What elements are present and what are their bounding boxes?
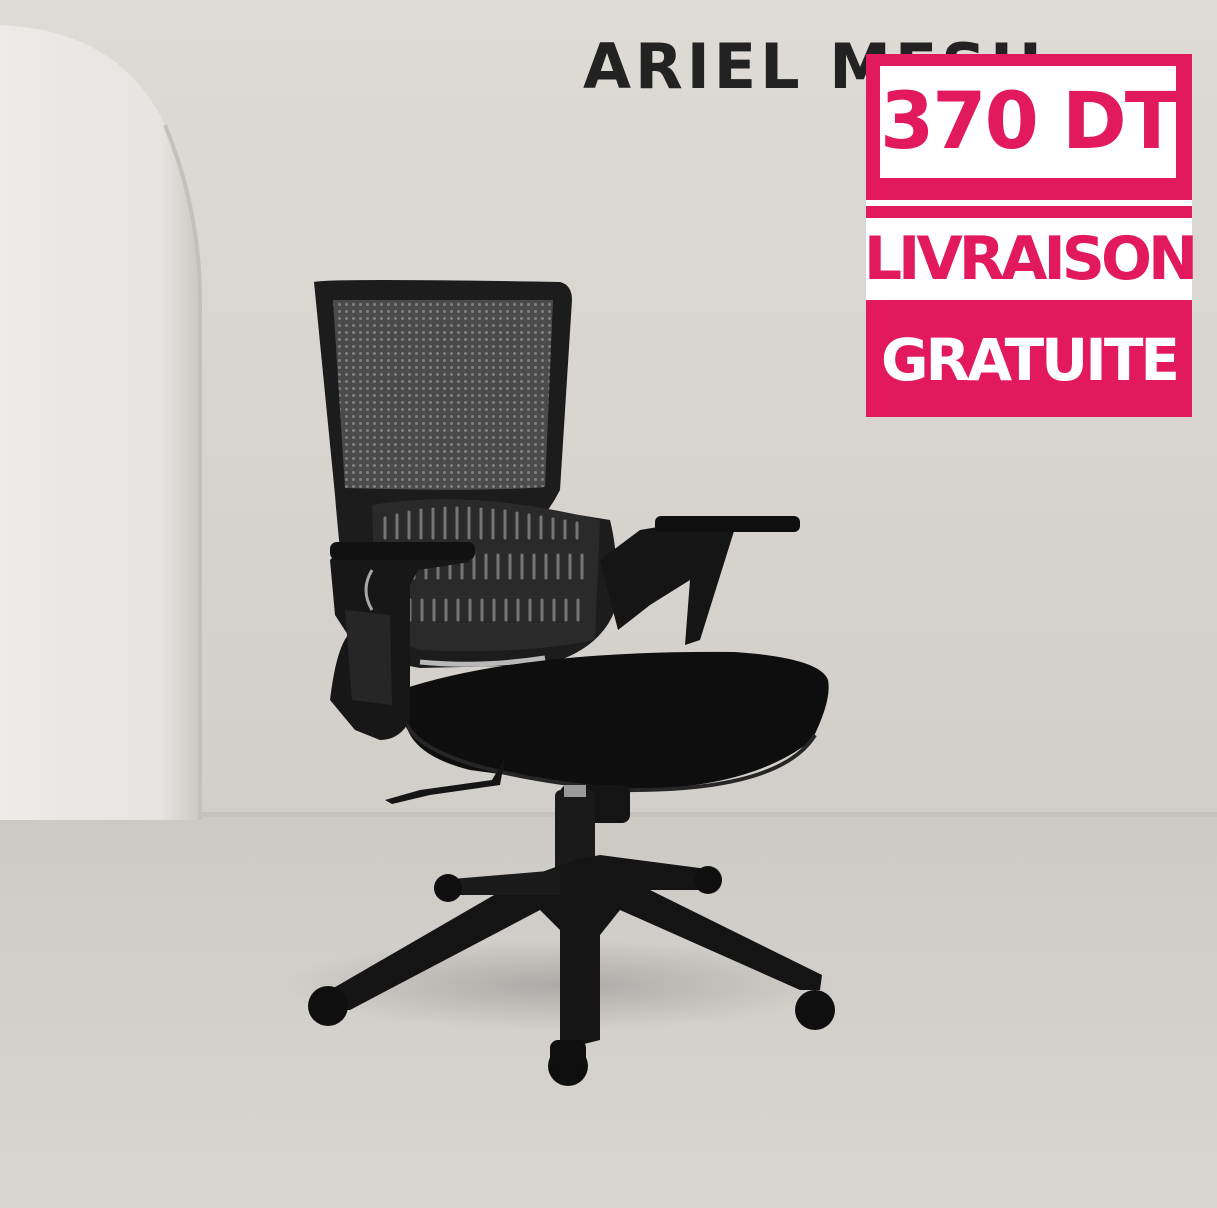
arch-panel xyxy=(0,25,200,820)
delivery-label-line2: GRATUITE xyxy=(880,326,1180,394)
delivery-label-line1: LIVRAISON xyxy=(864,218,1198,300)
price-label: 370 DT xyxy=(880,66,1178,178)
promo-divider xyxy=(866,200,1192,206)
